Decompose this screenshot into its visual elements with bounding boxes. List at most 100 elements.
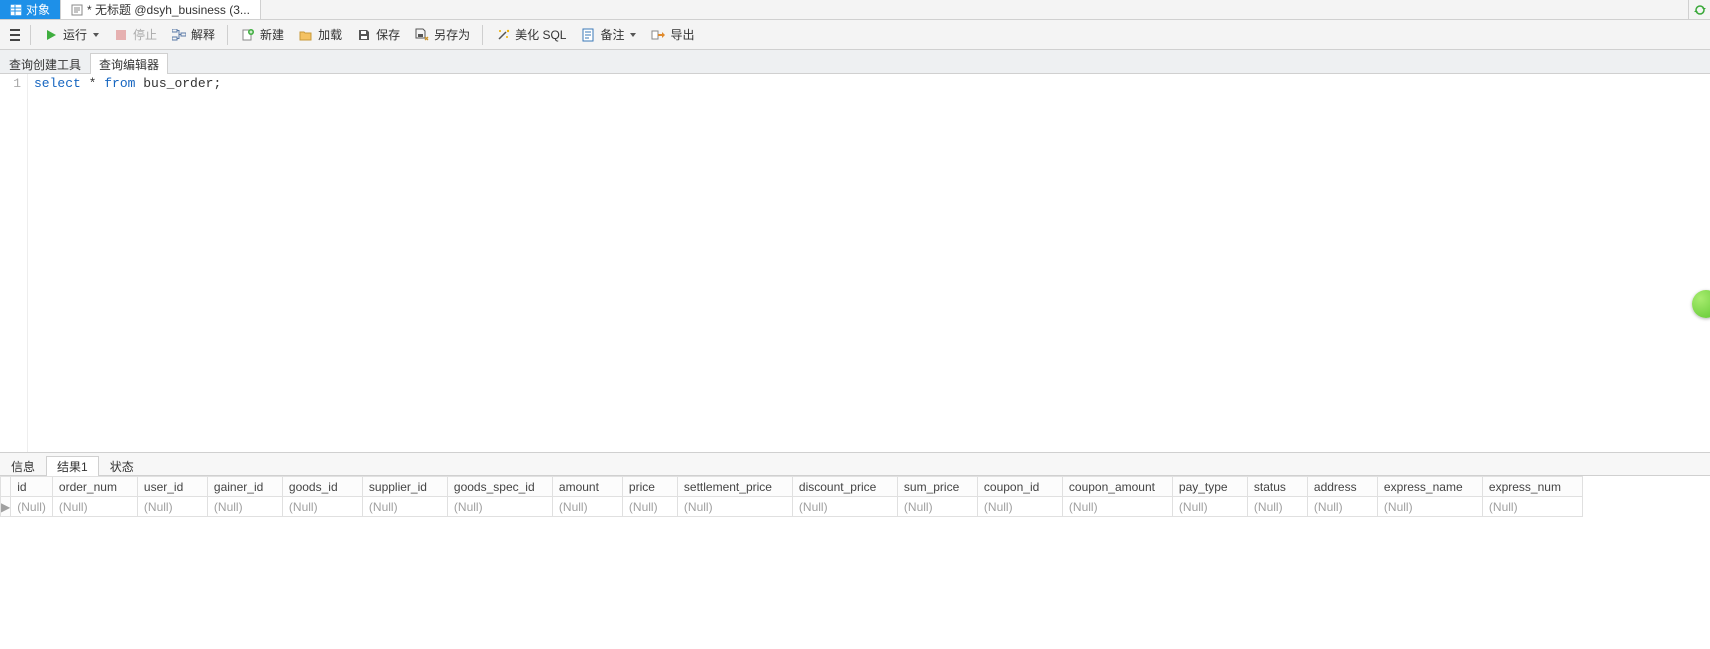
tab-result-1-label: 结果1 <box>57 458 88 475</box>
column-header[interactable]: user_id <box>137 477 207 497</box>
row-header-corner <box>1 477 11 497</box>
tab-result-1[interactable]: 结果1 <box>46 456 99 476</box>
cell[interactable]: (Null) <box>622 497 677 517</box>
cell[interactable]: (Null) <box>282 497 362 517</box>
result-grid: idorder_numuser_idgainer_idgoods_idsuppl… <box>0 476 1583 517</box>
tab-status-label: 状态 <box>110 458 134 475</box>
column-header[interactable]: supplier_id <box>362 477 447 497</box>
dropdown-caret-icon <box>93 33 99 37</box>
column-header[interactable]: status <box>1247 477 1307 497</box>
load-label: 加载 <box>318 26 342 43</box>
cell[interactable]: (Null) <box>207 497 282 517</box>
cell[interactable]: (Null) <box>977 497 1062 517</box>
export-label: 导出 <box>670 26 694 43</box>
sync-button[interactable] <box>1688 0 1710 19</box>
tab-status[interactable]: 状态 <box>99 456 145 476</box>
tab-objects[interactable]: 对象 <box>0 0 61 19</box>
keyword: from <box>104 76 135 91</box>
notes-button[interactable]: 备注 <box>574 23 642 47</box>
play-icon <box>43 27 59 43</box>
tab-query-label: * 无标题 @dsyh_business (3... <box>87 1 250 18</box>
sync-icon <box>1693 3 1707 17</box>
wand-icon <box>495 27 511 43</box>
run-button[interactable]: 运行 <box>37 23 105 47</box>
column-header[interactable]: order_num <box>52 477 137 497</box>
cell[interactable]: (Null) <box>897 497 977 517</box>
cell[interactable]: (Null) <box>552 497 622 517</box>
table-icon <box>10 4 22 16</box>
menu-button[interactable] <box>6 29 24 41</box>
cell[interactable]: (Null) <box>792 497 897 517</box>
stop-button[interactable]: 停止 <box>107 23 163 47</box>
file-tab-bar: 对象 * 无标题 @dsyh_business (3... <box>0 0 1710 20</box>
cell[interactable]: (Null) <box>1377 497 1482 517</box>
load-button[interactable]: 加载 <box>292 23 348 47</box>
folder-open-icon <box>298 27 314 43</box>
column-header[interactable]: goods_spec_id <box>447 477 552 497</box>
query-icon <box>71 4 83 16</box>
save-as-icon <box>414 27 430 43</box>
column-header[interactable]: amount <box>552 477 622 497</box>
save-as-button[interactable]: 另存为 <box>408 23 476 47</box>
column-header[interactable]: express_name <box>1377 477 1482 497</box>
cell[interactable]: (Null) <box>1062 497 1172 517</box>
cell[interactable]: (Null) <box>11 497 53 517</box>
result-grid-container[interactable]: idorder_numuser_idgainer_idgoods_idsuppl… <box>0 476 1710 517</box>
cell[interactable]: (Null) <box>362 497 447 517</box>
column-header[interactable]: goods_id <box>282 477 362 497</box>
column-header[interactable]: gainer_id <box>207 477 282 497</box>
column-header[interactable]: coupon_id <box>977 477 1062 497</box>
cell[interactable]: (Null) <box>677 497 792 517</box>
tab-objects-label: 对象 <box>26 1 50 18</box>
explain-button[interactable]: 解释 <box>165 23 221 47</box>
code-text: bus_order; <box>135 76 221 91</box>
explain-label: 解释 <box>191 26 215 43</box>
export-icon <box>650 27 666 43</box>
tab-query-builder[interactable]: 查询创建工具 <box>0 53 90 74</box>
cell[interactable]: (Null) <box>447 497 552 517</box>
column-header[interactable]: pay_type <box>1172 477 1247 497</box>
notes-label: 备注 <box>600 26 624 43</box>
cell[interactable]: (Null) <box>52 497 137 517</box>
line-gutter: 1 <box>0 74 28 452</box>
run-label: 运行 <box>63 26 87 43</box>
stop-label: 停止 <box>133 26 157 43</box>
cell[interactable]: (Null) <box>137 497 207 517</box>
save-as-label: 另存为 <box>434 26 470 43</box>
column-header[interactable]: settlement_price <box>677 477 792 497</box>
export-button[interactable]: 导出 <box>644 23 700 47</box>
save-button[interactable]: 保存 <box>350 23 406 47</box>
code-area[interactable]: select * from bus_order; <box>28 74 227 452</box>
tab-query-editor-label: 查询编辑器 <box>99 56 159 73</box>
separator <box>482 25 483 45</box>
save-icon <box>356 27 372 43</box>
tab-query-builder-label: 查询创建工具 <box>9 56 81 73</box>
cell[interactable]: (Null) <box>1172 497 1247 517</box>
tab-info[interactable]: 信息 <box>0 456 46 476</box>
explain-icon <box>171 27 187 43</box>
row-marker[interactable]: ▶ <box>1 497 11 517</box>
save-label: 保存 <box>376 26 400 43</box>
code-text: * <box>81 76 104 91</box>
separator <box>30 25 31 45</box>
column-header[interactable]: id <box>11 477 53 497</box>
column-header[interactable]: address <box>1307 477 1377 497</box>
column-header[interactable]: price <box>622 477 677 497</box>
sql-editor[interactable]: 1 select * from bus_order; <box>0 74 1710 452</box>
column-header[interactable]: sum_price <box>897 477 977 497</box>
cell[interactable]: (Null) <box>1307 497 1377 517</box>
cell[interactable]: (Null) <box>1482 497 1582 517</box>
column-header[interactable]: express_num <box>1482 477 1582 497</box>
tab-query[interactable]: * 无标题 @dsyh_business (3... <box>61 0 261 19</box>
stop-icon <box>113 27 129 43</box>
editor-mode-tabs: 查询创建工具 查询编辑器 <box>0 50 1710 74</box>
dropdown-caret-icon <box>630 33 636 37</box>
cell[interactable]: (Null) <box>1247 497 1307 517</box>
tab-info-label: 信息 <box>11 458 35 475</box>
tab-query-editor[interactable]: 查询编辑器 <box>90 53 168 74</box>
beautify-button[interactable]: 美化 SQL <box>489 23 572 47</box>
new-button[interactable]: 新建 <box>234 23 290 47</box>
column-header[interactable]: discount_price <box>792 477 897 497</box>
column-header[interactable]: coupon_amount <box>1062 477 1172 497</box>
result-tabs: 信息 结果1 状态 <box>0 452 1710 476</box>
